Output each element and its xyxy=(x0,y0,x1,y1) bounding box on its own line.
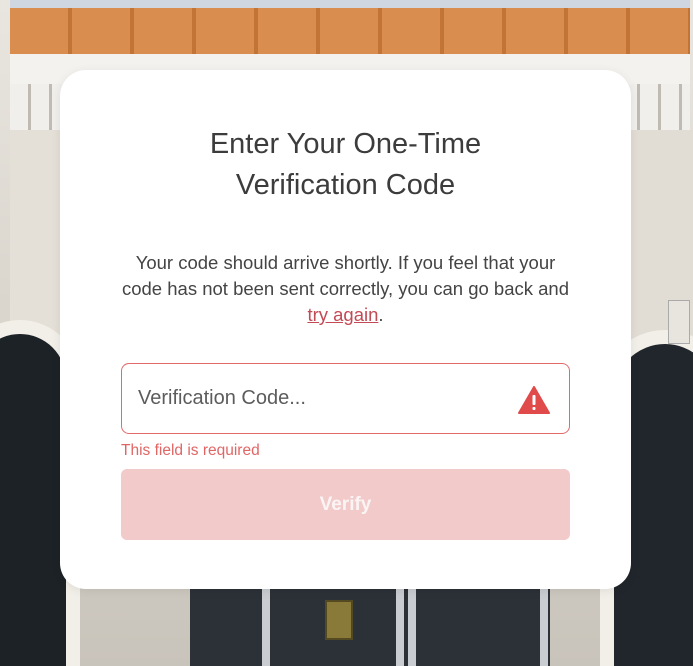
background-light-fixture xyxy=(668,300,690,344)
instructions-body: Your code should arrive shortly. If you … xyxy=(121,252,570,299)
instructions-text: Your code should arrive shortly. If you … xyxy=(116,250,575,328)
background-door-panel xyxy=(325,600,353,640)
warning-triangle-icon xyxy=(518,386,550,414)
error-message: This field is required xyxy=(121,442,260,459)
page-title: Enter Your One-Time Verification Code xyxy=(60,124,631,206)
title-line-2: Verification Code xyxy=(235,169,456,201)
verification-code-field[interactable] xyxy=(121,363,570,434)
verification-code-input[interactable] xyxy=(138,364,508,432)
verify-button[interactable]: Verify xyxy=(121,469,570,540)
try-again-link[interactable]: try again xyxy=(307,304,378,325)
verification-card: Enter Your One-Time Verification Code Yo… xyxy=(60,70,631,589)
instructions-end: . xyxy=(378,304,384,325)
background-roof xyxy=(10,0,690,58)
background-sky xyxy=(10,0,690,8)
title-line-1: Enter Your One-Time xyxy=(209,128,482,160)
